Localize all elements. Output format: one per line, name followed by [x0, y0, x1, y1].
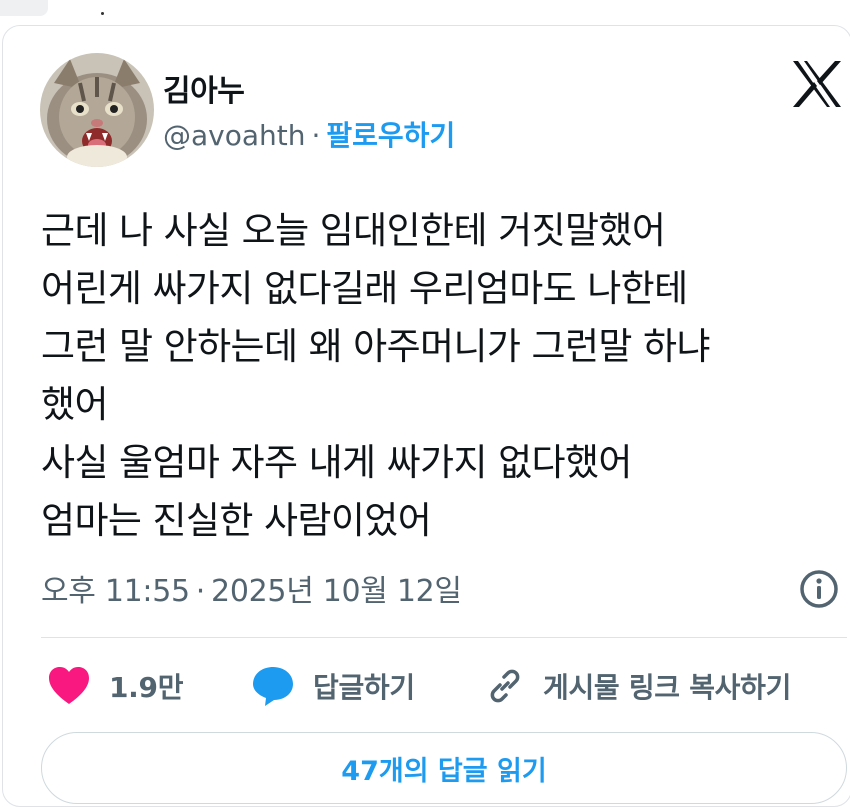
tweet-text: 근데 나 사실 오늘 임대인한테 거짓말했어 어린게 싸가지 없다길래 우리엄마… — [41, 202, 841, 550]
user-handle[interactable]: @avoahth — [163, 119, 306, 152]
info-icon[interactable] — [799, 569, 839, 609]
separator: · — [195, 574, 206, 609]
tweet-line: 사실 울엄마 자주 내게 싸가지 없다했어 — [41, 441, 632, 484]
x-logo-icon[interactable] — [791, 59, 843, 109]
handle-row: @avoahth · 팔로우하기 — [163, 114, 455, 154]
divider — [41, 637, 847, 638]
cropped-element — [0, 0, 48, 16]
reply-label: 답글하기 — [313, 671, 415, 704]
tweet-line: 어린게 싸가지 없다길래 우리엄마도 나한테 — [41, 267, 688, 310]
display-name[interactable]: 김아누 — [163, 66, 245, 110]
read-replies-button[interactable]: 47개의 답글 읽기 — [41, 732, 847, 804]
cat-avatar-icon — [40, 53, 154, 167]
tweet-line: 했어 — [41, 383, 108, 426]
copy-link-label: 게시물 링크 복사하기 — [543, 671, 792, 704]
reply-button[interactable]: 답글하기 — [251, 661, 415, 711]
like-button[interactable]: 1.9만 — [47, 661, 183, 711]
follow-button[interactable]: 팔로우하기 — [326, 119, 455, 152]
tweet-timestamp[interactable]: 오후 11:55 · 2025년 10월 12일 — [41, 566, 462, 610]
like-count: 1.9만 — [109, 671, 184, 704]
heart-icon — [49, 667, 89, 704]
tweet-date: 2025년 10월 12일 — [211, 574, 462, 609]
cropped-dot — [101, 12, 104, 15]
tweet-line: 엄마는 진실한 사람이었어 — [41, 499, 432, 542]
tweet-line: 근데 나 사실 오늘 임대인한테 거짓말했어 — [41, 209, 666, 252]
tweet-card: 김아누 @avoahth · 팔로우하기 근데 나 사실 오늘 임대인한테 거짓말했… — [2, 25, 850, 807]
speech-bubble-icon — [253, 667, 293, 706]
action-bar: 1.9만 답글하기 게시물 링크 복사하기 — [3, 661, 850, 711]
tweet-line: 그런 말 안하는데 왜 아주머니가 그런말 하냐 — [41, 325, 710, 368]
copy-link-button[interactable]: 게시물 링크 복사하기 — [485, 661, 791, 711]
tweet-time: 오후 11:55 — [41, 574, 190, 609]
separator: · — [311, 119, 321, 152]
top-edge-fragment — [0, 0, 850, 24]
avatar[interactable] — [40, 53, 154, 167]
link-icon — [490, 669, 520, 703]
